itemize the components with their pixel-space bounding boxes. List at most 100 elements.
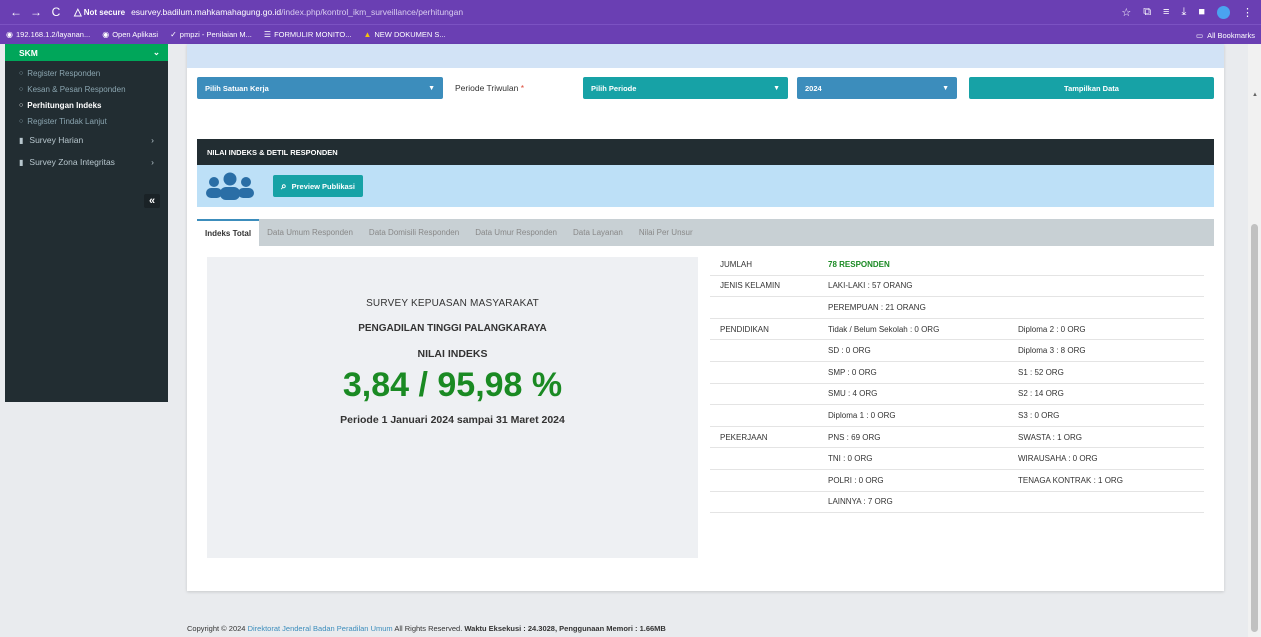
table-row: SD : 0 ORG Diploma 3 : 8 ORG [710, 340, 1204, 362]
globe-icon: ◉ [6, 30, 13, 39]
table-cell: LAKI-LAKI : 57 ORANG [828, 281, 913, 291]
table-row: PEREMPUAN : 21 ORANG [710, 297, 1204, 319]
table-cell: SMU : 4 ORG [828, 389, 878, 399]
folder-icon: ▭ [1195, 30, 1204, 40]
globe-icon: ◉ [102, 30, 110, 39]
address-bar[interactable]: △ Not secure esurvey.badilum.mahkamahagun… [74, 3, 463, 21]
main-card: Pilih Satuan Kerja ▼ Periode Triwulan * P… [187, 44, 1224, 591]
period-text: Periode 1 Januari 2024 sampai 31 Maret 2… [340, 414, 565, 426]
tab-data-umum[interactable]: Data Umum Responden [259, 219, 361, 246]
table-cell: WIRAUSAHA : 0 ORG [1018, 454, 1098, 464]
sidebar-menu-skm[interactable]: SKM ⌄ [5, 44, 168, 61]
section-toolbar: ⌕ Preview Publikasi [197, 165, 1214, 207]
show-data-button[interactable]: Tampilkan Data [969, 77, 1214, 99]
tab-nilai-per-unsur[interactable]: Nilai Per Unsur [631, 219, 701, 246]
court-name: PENGADILAN TINGGI PALANGKARAYA [358, 323, 547, 334]
warning-icon: △ [74, 6, 82, 18]
bookmark-item[interactable]: ◉ Open Aplikasi [102, 30, 158, 39]
table-row: LAINNYA : 7 ORG [710, 492, 1204, 514]
bookmark-item[interactable]: ☰ FORMULIR MONITO... [264, 30, 352, 39]
table-cell: S3 : 0 ORG [1018, 410, 1060, 420]
table-cell: Diploma 3 : 8 ORG [1018, 346, 1086, 356]
table-row: POLRI : 0 ORG TENAGA KONTRAK : 1 ORG [710, 470, 1204, 492]
tab-data-layanan[interactable]: Data Layanan [565, 219, 631, 246]
star-icon[interactable]: ☆ [1121, 6, 1131, 19]
extensions-icon[interactable]: ⧉ [1143, 6, 1151, 19]
footer: Copyright © 2024 Direktorat Jenderal Bad… [187, 624, 666, 633]
sidebar-item-perhitungan-indeks[interactable]: ○ Perhitungan Indeks [5, 97, 168, 113]
table-cell: JENIS KELAMIN [720, 281, 781, 291]
sidebar-item-kesan-pesan[interactable]: ○ Kesan & Pesan Responden [5, 81, 168, 97]
tab-bar: Indeks Total Data Umum Responden Data Do… [197, 219, 1214, 246]
index-value: 3,84 / 95,98 % [342, 366, 563, 404]
circle-icon: ○ [19, 85, 24, 93]
table-row: PEKERJAAN PNS : 69 ORG SWASTA : 1 ORG [710, 427, 1204, 449]
table-cell: S1 : 52 ORG [1018, 367, 1064, 377]
tab-indeks-total[interactable]: Indeks Total [197, 219, 260, 246]
profile-avatar[interactable] [1217, 5, 1230, 19]
sidebar-item-register-responden[interactable]: ○ Register Responden [5, 65, 168, 81]
search-icon: ⌕ [281, 180, 287, 192]
table-cell: SD : 0 ORG [828, 346, 871, 356]
year-select[interactable]: 2024 ▼ [797, 77, 957, 99]
table-cell: S2 : 14 ORG [1018, 389, 1064, 399]
footer-link[interactable]: Direktorat Jenderal Badan Peradilan Umum [248, 624, 393, 633]
collapse-sidebar-button[interactable]: « [144, 194, 160, 208]
table-row: SMU : 4 ORG S2 : 14 ORG [710, 384, 1204, 406]
users-icon [205, 170, 255, 202]
table-cell: TNI : 0 ORG [828, 454, 873, 464]
table-cell: Tidak / Belum Sekolah : 0 ORG [828, 324, 940, 334]
table-cell: 78 RESPONDEN [828, 259, 890, 269]
browser-toolbar: ← → C △ Not secure esurvey.badilum.mahkam… [0, 0, 1261, 24]
table-row: PENDIDIKAN Tidak / Belum Sekolah : 0 ORG D… [710, 319, 1204, 341]
reload-icon[interactable]: C [48, 5, 64, 19]
tab-data-umur[interactable]: Data Umur Responden [467, 219, 565, 246]
sidebar-item-register-tindak-lanjut[interactable]: ○ Register Tindak Lanjut [5, 113, 168, 129]
bookmark-item[interactable]: ✓ pmpzi - Penilaian M... [170, 30, 252, 39]
periode-select[interactable]: Pilih Periode ▼ [583, 77, 788, 99]
sidebar-menu-survey-zona[interactable]: ▮ Survey Zona Integritas › [5, 151, 168, 173]
bookmark-item[interactable]: ◉ 192.168.1.2/layanan... [6, 30, 90, 39]
table-row: SMP : 0 ORG S1 : 52 ORG [710, 362, 1204, 384]
reading-list-icon[interactable]: ≡ [1163, 6, 1169, 18]
circle-icon: ○ [19, 117, 24, 125]
forward-icon[interactable]: → [28, 5, 44, 19]
table-row: Diploma 1 : 0 ORG S3 : 0 ORG [710, 405, 1204, 427]
scroll-thumb[interactable] [1251, 224, 1258, 632]
chevron-right-icon: › [151, 135, 154, 145]
filter-bar: Pilih Satuan Kerja ▼ Periode Triwulan * P… [187, 77, 1224, 101]
index-panel: SURVEY KEPUASAN MASYARAKAT PENGADILAN TI… [207, 257, 698, 558]
url-text: esurvey.badilum.mahkamahagung.go.id/inde… [131, 7, 464, 17]
table-cell: PEKERJAAN [720, 432, 768, 442]
bookmark-item[interactable]: ▲ NEW DOKUMEN S... [363, 30, 445, 39]
nilai-label: NILAI INDEKS [417, 348, 488, 360]
table-cell: Diploma 1 : 0 ORG [828, 410, 896, 420]
scrollbar[interactable]: ▲ [1248, 44, 1261, 637]
table-row: JENIS KELAMIN LAKI-LAKI : 57 ORANG [710, 276, 1204, 298]
sidebar-submenu: ○ Register Responden ○ Kesan & Pesan Respo… [5, 61, 168, 129]
survey-title: SURVEY KEPUASAN MASYARAKAT [366, 298, 539, 309]
table-row: JUMLAH 78 RESPONDEN [710, 254, 1204, 276]
scroll-up-icon[interactable]: ▲ [1252, 92, 1258, 98]
window-icon[interactable]: ■ [1198, 6, 1205, 18]
menu-icon[interactable]: ⋮ [1242, 6, 1253, 19]
preview-publikasi-button[interactable]: ⌕ Preview Publikasi [273, 175, 363, 197]
all-bookmarks[interactable]: ▭ All Bookmarks [1196, 25, 1255, 45]
download-icon[interactable]: ⤓ [1181, 6, 1186, 19]
table-cell: LAINNYA : 7 ORG [828, 497, 893, 507]
sidebar-menu-survey-harian[interactable]: ▮ Survey Harian › [5, 129, 168, 151]
file-icon: ▮ [19, 135, 24, 145]
table-cell: PNS : 69 ORG [828, 432, 881, 442]
chevron-down-icon: ⌄ [152, 47, 160, 57]
table-cell: Diploma 2 : 0 ORG [1018, 324, 1086, 334]
table-cell: POLRI : 0 ORG [828, 475, 884, 485]
back-icon[interactable]: ← [8, 5, 24, 19]
satuan-kerja-select[interactable]: Pilih Satuan Kerja ▼ [197, 77, 443, 99]
tab-data-domisili[interactable]: Data Domisili Responden [361, 219, 467, 246]
check-icon: ✓ [170, 30, 177, 39]
caret-down-icon: ▼ [942, 84, 949, 92]
periode-label: Periode Triwulan * [455, 83, 524, 93]
bookmarks-bar: ◉ 192.168.1.2/layanan... ◉ Open Aplikasi ✓… [0, 24, 1261, 44]
security-indicator[interactable]: △ Not secure [74, 7, 125, 18]
caret-down-icon: ▼ [773, 84, 780, 92]
